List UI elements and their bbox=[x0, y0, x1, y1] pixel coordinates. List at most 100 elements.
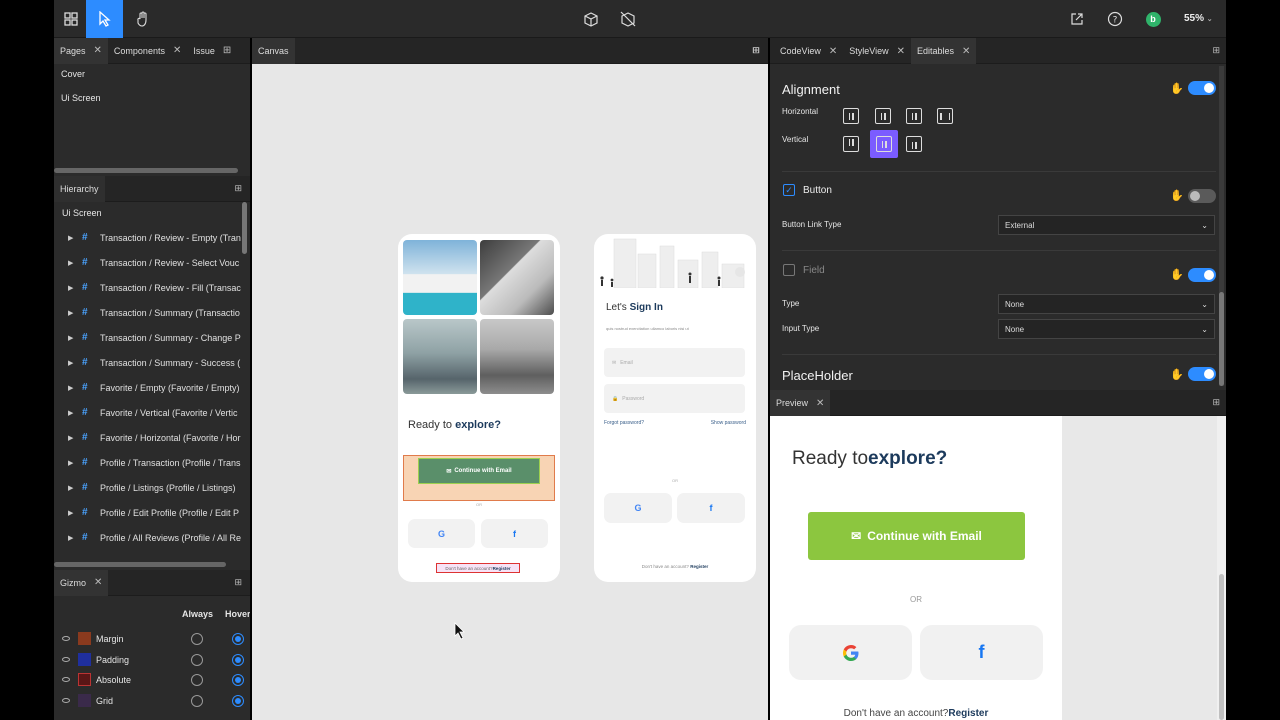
preview-google-button[interactable] bbox=[789, 625, 912, 680]
preview-facebook-button[interactable]: f bbox=[920, 625, 1043, 680]
tab-hierarchy[interactable]: Hierarchy bbox=[54, 175, 105, 202]
radio-hover[interactable] bbox=[232, 654, 244, 666]
continue-email-button[interactable]: ✉ Continue with Email bbox=[418, 458, 540, 484]
grid-small-icon[interactable]: ⊞ bbox=[234, 183, 242, 194]
tab-components[interactable]: Components ✕ bbox=[108, 38, 187, 64]
close-icon[interactable]: ✕ bbox=[897, 46, 905, 57]
radio-hover[interactable] bbox=[232, 695, 244, 707]
eye-icon[interactable] bbox=[62, 657, 70, 662]
horizontal-scrollbar[interactable] bbox=[54, 168, 238, 173]
close-icon[interactable]: ✕ bbox=[173, 45, 181, 56]
facebook-button[interactable]: f bbox=[481, 519, 548, 548]
tab-styleview[interactable]: StyleView ✕ bbox=[843, 38, 911, 64]
margin-color-swatch[interactable] bbox=[78, 632, 91, 645]
tab-pages[interactable]: Pages ✕ bbox=[54, 37, 108, 64]
tree-row[interactable]: ▶ # Transaction / Review - Fill (Transac bbox=[54, 275, 242, 300]
tree-row[interactable]: ▶ # Profile / All Reviews (Profile / All R… bbox=[54, 525, 242, 550]
alignment-toggle[interactable] bbox=[1188, 81, 1216, 95]
close-icon[interactable]: ✕ bbox=[829, 46, 837, 57]
close-icon[interactable]: ✕ bbox=[94, 45, 102, 56]
avatar[interactable]: b bbox=[1136, 0, 1170, 38]
caret-right-icon[interactable]: ▶ bbox=[68, 259, 78, 267]
tree-row[interactable]: ▶ # Transaction / Review - Empty (Tran bbox=[54, 225, 242, 250]
close-icon[interactable]: ✕ bbox=[962, 46, 970, 57]
close-icon[interactable]: ✕ bbox=[816, 398, 824, 409]
hand-icon[interactable]: ✋ bbox=[1170, 189, 1184, 202]
align-bottom-button[interactable] bbox=[906, 136, 922, 152]
tree-row[interactable]: ▶ # Transaction / Summary - Change P bbox=[54, 325, 242, 350]
caret-right-icon[interactable]: ▶ bbox=[68, 334, 78, 342]
grid-small-icon[interactable]: ⊞ bbox=[223, 45, 231, 56]
tree-row[interactable]: ▶ # Profile / Transaction (Profile / Trans bbox=[54, 450, 242, 475]
tab-issue[interactable]: Issue ⊞ bbox=[187, 38, 237, 64]
type-select[interactable]: None ⌄ bbox=[998, 294, 1215, 314]
facebook-button[interactable]: f bbox=[677, 493, 745, 523]
3d-box-off-icon[interactable] bbox=[611, 0, 645, 38]
placeholder-toggle[interactable] bbox=[1188, 367, 1216, 381]
button-checkbox[interactable]: ✓ bbox=[783, 184, 795, 196]
tree-row[interactable]: ▶ # Favorite / Empty (Favorite / Empty) bbox=[54, 375, 242, 400]
radio-always[interactable] bbox=[191, 674, 203, 686]
align-right-button[interactable] bbox=[906, 108, 922, 124]
field-checkbox[interactable] bbox=[783, 264, 795, 276]
padding-color-swatch[interactable] bbox=[78, 653, 91, 666]
tab-canvas[interactable]: Canvas bbox=[252, 38, 295, 64]
button-link-type-select[interactable]: External ⌄ bbox=[998, 215, 1215, 235]
grid-color-swatch[interactable] bbox=[78, 694, 91, 707]
canvas-area[interactable]: Ready to explore? ✉ Continue with Email O… bbox=[252, 64, 768, 720]
phone-frame-explore[interactable]: Ready to explore? ✉ Continue with Email O… bbox=[398, 234, 560, 582]
caret-right-icon[interactable]: ▶ bbox=[68, 534, 78, 542]
grid-small-icon[interactable]: ⊞ bbox=[234, 577, 242, 588]
field-toggle[interactable] bbox=[1188, 268, 1216, 282]
absolute-color-swatch[interactable] bbox=[78, 673, 91, 686]
tree-row[interactable]: ▶ # Transaction / Summary - Success ( bbox=[54, 350, 242, 375]
google-button[interactable]: G bbox=[604, 493, 672, 523]
external-link-icon[interactable] bbox=[1060, 0, 1094, 38]
caret-right-icon[interactable]: ▶ bbox=[68, 509, 78, 517]
grid-small-icon[interactable]: ⊞ bbox=[1212, 45, 1220, 56]
horizontal-scrollbar[interactable] bbox=[54, 562, 226, 567]
caret-right-icon[interactable]: ▶ bbox=[68, 459, 78, 467]
vertical-scrollbar[interactable] bbox=[242, 202, 247, 254]
forgot-password-link[interactable]: Forgot password? bbox=[604, 420, 644, 426]
tab-editables[interactable]: Editables ✕ bbox=[911, 38, 977, 64]
hierarchy-root[interactable]: Ui Screen bbox=[62, 208, 102, 218]
eye-icon[interactable] bbox=[62, 698, 70, 703]
register-link[interactable]: Don't have an account? Register bbox=[436, 563, 520, 573]
show-password-link[interactable]: Show password bbox=[711, 420, 746, 426]
input-type-select[interactable]: None ⌄ bbox=[998, 319, 1215, 339]
hand-icon[interactable]: ✋ bbox=[1170, 368, 1184, 381]
close-icon[interactable]: ✕ bbox=[94, 577, 102, 588]
3d-box-icon[interactable] bbox=[574, 0, 608, 38]
caret-right-icon[interactable]: ▶ bbox=[68, 309, 78, 317]
hand-tool-icon[interactable] bbox=[126, 0, 160, 38]
hand-icon[interactable]: ✋ bbox=[1170, 82, 1184, 95]
radio-hover[interactable] bbox=[232, 633, 244, 645]
button-toggle[interactable] bbox=[1188, 189, 1216, 203]
caret-right-icon[interactable]: ▶ bbox=[68, 384, 78, 392]
tree-row[interactable]: ▶ # Favorite / Vertical (Favorite / Vertic bbox=[54, 400, 242, 425]
radio-always[interactable] bbox=[191, 654, 203, 666]
radio-hover[interactable] bbox=[232, 674, 244, 686]
preview-phone[interactable]: Ready toexplore? ✉ Continue with Email OR… bbox=[770, 416, 1062, 720]
caret-right-icon[interactable]: ▶ bbox=[68, 359, 78, 367]
zoom-level[interactable]: 55% ⌄ bbox=[1184, 13, 1213, 24]
align-top-button[interactable] bbox=[843, 136, 859, 152]
hand-icon[interactable]: ✋ bbox=[1170, 268, 1184, 281]
help-icon[interactable]: ? bbox=[1098, 0, 1132, 38]
preview-scrollbar[interactable] bbox=[1219, 574, 1224, 720]
tree-row[interactable]: ▶ # Transaction / Review - Select Vouc bbox=[54, 250, 242, 275]
phone-frame-signin[interactable]: Let's Sign In quis nostrud exercitation … bbox=[594, 234, 756, 582]
tab-codeview[interactable]: CodeView ✕ bbox=[774, 38, 843, 64]
grid-small-icon[interactable]: ⊞ bbox=[1212, 397, 1220, 408]
tab-gizmo[interactable]: Gizmo ✕ bbox=[54, 569, 109, 596]
preview-register-link[interactable]: Don't have an account?Register bbox=[770, 708, 1062, 719]
email-field[interactable]: ✉ Email bbox=[604, 348, 745, 377]
page-item-ui-screen[interactable]: Ui Screen bbox=[61, 93, 101, 103]
align-spread-button[interactable] bbox=[937, 108, 953, 124]
align-center-button[interactable] bbox=[875, 108, 891, 124]
caret-right-icon[interactable]: ▶ bbox=[68, 434, 78, 442]
align-left-button[interactable] bbox=[843, 108, 859, 124]
caret-right-icon[interactable]: ▶ bbox=[68, 484, 78, 492]
page-item-cover[interactable]: Cover bbox=[61, 69, 85, 79]
